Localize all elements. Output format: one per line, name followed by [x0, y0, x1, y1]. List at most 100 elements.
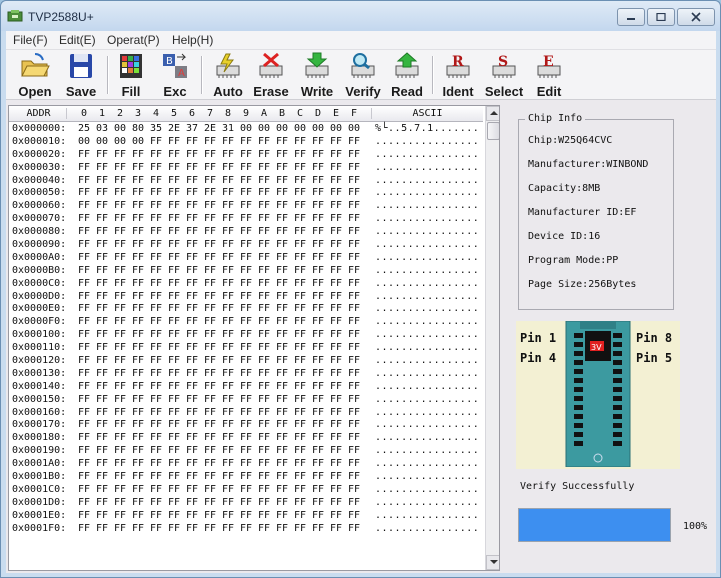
hex-byte[interactable]: FF: [255, 136, 273, 149]
hex-byte[interactable]: FF: [219, 458, 237, 471]
hex-byte[interactable]: FF: [273, 381, 291, 394]
hex-row[interactable]: 0x000070: FF FF FF FF FF FF FF FF FF FF FF FF FF FF FF F…: [9, 213, 483, 226]
hex-byte[interactable]: FF: [237, 278, 255, 291]
hex-byte[interactable]: FF: [75, 510, 93, 523]
hex-byte[interactable]: FF: [183, 484, 201, 497]
hex-byte[interactable]: FF: [219, 381, 237, 394]
hex-byte[interactable]: FF: [111, 278, 129, 291]
hex-byte[interactable]: FF: [111, 291, 129, 304]
hex-byte[interactable]: FF: [111, 175, 129, 188]
hex-byte[interactable]: FF: [219, 329, 237, 342]
hex-byte[interactable]: FF: [219, 342, 237, 355]
hex-byte[interactable]: FF: [75, 458, 93, 471]
hex-byte[interactable]: FF: [75, 239, 93, 252]
hex-byte[interactable]: 00: [255, 123, 273, 136]
hex-byte[interactable]: FF: [273, 239, 291, 252]
hex-byte[interactable]: 80: [129, 123, 147, 136]
hex-byte[interactable]: FF: [183, 458, 201, 471]
hex-byte[interactable]: FF: [219, 394, 237, 407]
hex-row[interactable]: 0x000000: 25 03 00 80 35 2E 37 2E 31 00 00 00 00 00 00 0…: [9, 123, 483, 136]
hex-byte[interactable]: FF: [219, 175, 237, 188]
hex-byte[interactable]: FF: [147, 445, 165, 458]
hex-byte[interactable]: FF: [201, 484, 219, 497]
hex-byte[interactable]: FF: [129, 484, 147, 497]
hex-byte[interactable]: FF: [345, 419, 363, 432]
hex-byte[interactable]: FF: [291, 368, 309, 381]
hex-byte[interactable]: 00: [111, 123, 129, 136]
hex-byte[interactable]: FF: [219, 368, 237, 381]
hex-byte[interactable]: FF: [147, 239, 165, 252]
hex-byte[interactable]: FF: [309, 226, 327, 239]
hex-row[interactable]: 0x0000A0: FF FF FF FF FF FF FF FF FF FF FF FF FF FF FF F…: [9, 252, 483, 265]
hex-byte[interactable]: FF: [255, 226, 273, 239]
row-ascii[interactable]: ................: [375, 226, 479, 239]
row-ascii[interactable]: ................: [375, 278, 479, 291]
hex-byte[interactable]: FF: [327, 265, 345, 278]
hex-byte[interactable]: FF: [93, 265, 111, 278]
hex-byte[interactable]: FF: [327, 329, 345, 342]
hex-byte[interactable]: FF: [165, 355, 183, 368]
hex-byte[interactable]: FF: [201, 342, 219, 355]
hex-byte[interactable]: FF: [129, 265, 147, 278]
hex-byte[interactable]: FF: [237, 458, 255, 471]
hex-byte[interactable]: FF: [183, 432, 201, 445]
hex-byte[interactable]: FF: [201, 162, 219, 175]
hex-byte[interactable]: FF: [165, 162, 183, 175]
menu-edit[interactable]: Edit(E): [59, 33, 96, 47]
row-ascii[interactable]: ................: [375, 394, 479, 407]
hex-byte[interactable]: FF: [291, 510, 309, 523]
hex-byte[interactable]: FF: [129, 162, 147, 175]
hex-byte[interactable]: FF: [111, 342, 129, 355]
hex-row[interactable]: 0x000060: FF FF FF FF FF FF FF FF FF FF FF FF FF FF FF F…: [9, 200, 483, 213]
scroll-up-arrow[interactable]: [486, 106, 499, 121]
row-ascii[interactable]: ................: [375, 200, 479, 213]
hex-byte[interactable]: FF: [237, 407, 255, 420]
hex-byte[interactable]: FF: [129, 368, 147, 381]
hex-byte[interactable]: FF: [219, 510, 237, 523]
hex-row[interactable]: 0x000160: FF FF FF FF FF FF FF FF FF FF FF FF FF FF FF F…: [9, 407, 483, 420]
hex-byte[interactable]: FF: [327, 510, 345, 523]
hex-byte[interactable]: FF: [327, 136, 345, 149]
hex-byte[interactable]: FF: [201, 458, 219, 471]
hex-byte[interactable]: FF: [291, 200, 309, 213]
hex-byte[interactable]: FF: [273, 355, 291, 368]
hex-byte[interactable]: FF: [237, 432, 255, 445]
hex-byte[interactable]: FF: [309, 162, 327, 175]
hex-byte[interactable]: FF: [309, 303, 327, 316]
hex-byte[interactable]: FF: [237, 497, 255, 510]
hex-byte[interactable]: FF: [255, 471, 273, 484]
hex-byte[interactable]: FF: [147, 187, 165, 200]
hex-byte[interactable]: FF: [75, 432, 93, 445]
hex-byte[interactable]: FF: [327, 162, 345, 175]
hex-byte[interactable]: FF: [219, 291, 237, 304]
hex-byte[interactable]: FF: [255, 381, 273, 394]
auto-button[interactable]: Auto: [209, 52, 247, 99]
hex-byte[interactable]: FF: [201, 291, 219, 304]
hex-byte[interactable]: FF: [309, 329, 327, 342]
hex-byte[interactable]: FF: [327, 239, 345, 252]
hex-byte[interactable]: FF: [93, 316, 111, 329]
hex-byte[interactable]: FF: [165, 445, 183, 458]
hex-byte[interactable]: FF: [273, 303, 291, 316]
hex-byte[interactable]: FF: [75, 484, 93, 497]
hex-byte[interactable]: FF: [183, 523, 201, 536]
hex-byte[interactable]: FF: [201, 200, 219, 213]
hex-byte[interactable]: FF: [327, 252, 345, 265]
hex-byte[interactable]: FF: [345, 291, 363, 304]
hex-byte[interactable]: FF: [291, 291, 309, 304]
hex-byte[interactable]: FF: [309, 407, 327, 420]
hex-byte[interactable]: 35: [147, 123, 165, 136]
hex-byte[interactable]: FF: [309, 136, 327, 149]
hex-byte[interactable]: FF: [237, 175, 255, 188]
hex-byte[interactable]: FF: [165, 187, 183, 200]
read-button[interactable]: Read: [388, 52, 426, 99]
hex-byte[interactable]: FF: [129, 471, 147, 484]
row-ascii[interactable]: ................: [375, 187, 479, 200]
hex-byte[interactable]: FF: [273, 175, 291, 188]
hex-byte[interactable]: FF: [147, 419, 165, 432]
hex-byte[interactable]: FF: [93, 394, 111, 407]
save-button[interactable]: Save: [62, 52, 100, 99]
hex-byte[interactable]: FF: [219, 471, 237, 484]
hex-row[interactable]: 0x000180: FF FF FF FF FF FF FF FF FF FF FF FF FF FF FF F…: [9, 432, 483, 445]
row-ascii[interactable]: ................: [375, 355, 479, 368]
